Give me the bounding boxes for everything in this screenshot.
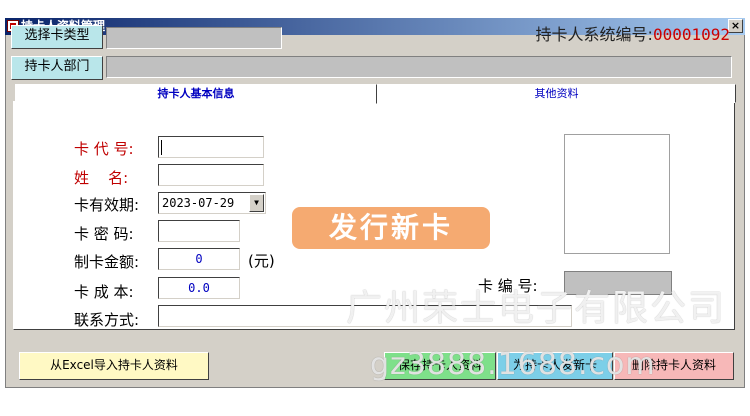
issue-new-card-banner[interactable]: 发行新卡 (292, 207, 490, 249)
system-number-label: 持卡人系统编号: (535, 25, 653, 44)
expiry-label: 卡有效期: (74, 196, 140, 214)
photo-box[interactable] (564, 134, 670, 254)
tab-other-info[interactable]: 其他资料 (377, 84, 736, 103)
fee-input[interactable]: 0 (158, 248, 240, 270)
expiry-date-picker[interactable]: 2023-07-29 ▼ (158, 192, 266, 214)
cost-label: 卡 成 本: (74, 283, 134, 301)
fee-unit: (元) (248, 252, 275, 270)
department-button[interactable]: 持卡人部门 (11, 56, 103, 80)
password-label: 卡 密 码: (74, 225, 134, 243)
name-input[interactable] (158, 164, 264, 186)
card-code-input[interactable] (158, 136, 264, 158)
card-type-field (106, 27, 282, 49)
import-excel-button[interactable]: 从Excel导入持卡人资料 (19, 352, 209, 380)
password-input[interactable] (158, 220, 240, 242)
cost-input[interactable]: 0.0 (158, 277, 240, 299)
card-code-label: 卡 代 号: (74, 140, 134, 158)
company-watermark: 广州荣士电子有限公司 (346, 288, 727, 329)
system-number-value: 00001092 (652, 25, 730, 44)
system-number: 持卡人系统编号:00001092 (536, 24, 730, 46)
fee-label: 制卡金额: (74, 253, 140, 271)
contact-label: 联系方式: (74, 311, 140, 329)
select-card-type-button[interactable]: 选择卡类型 (11, 25, 103, 49)
close-button[interactable]: × (728, 19, 743, 33)
expiry-date-value: 2023-07-29 (162, 196, 235, 210)
site-watermark: gz3888.1688.com (370, 347, 656, 382)
name-label: 姓 名: (74, 169, 129, 187)
chevron-down-icon[interactable]: ▼ (249, 194, 264, 212)
text-caret (161, 140, 162, 155)
tab-basic-info[interactable]: 持卡人基本信息 (15, 84, 377, 104)
department-field (106, 56, 732, 78)
